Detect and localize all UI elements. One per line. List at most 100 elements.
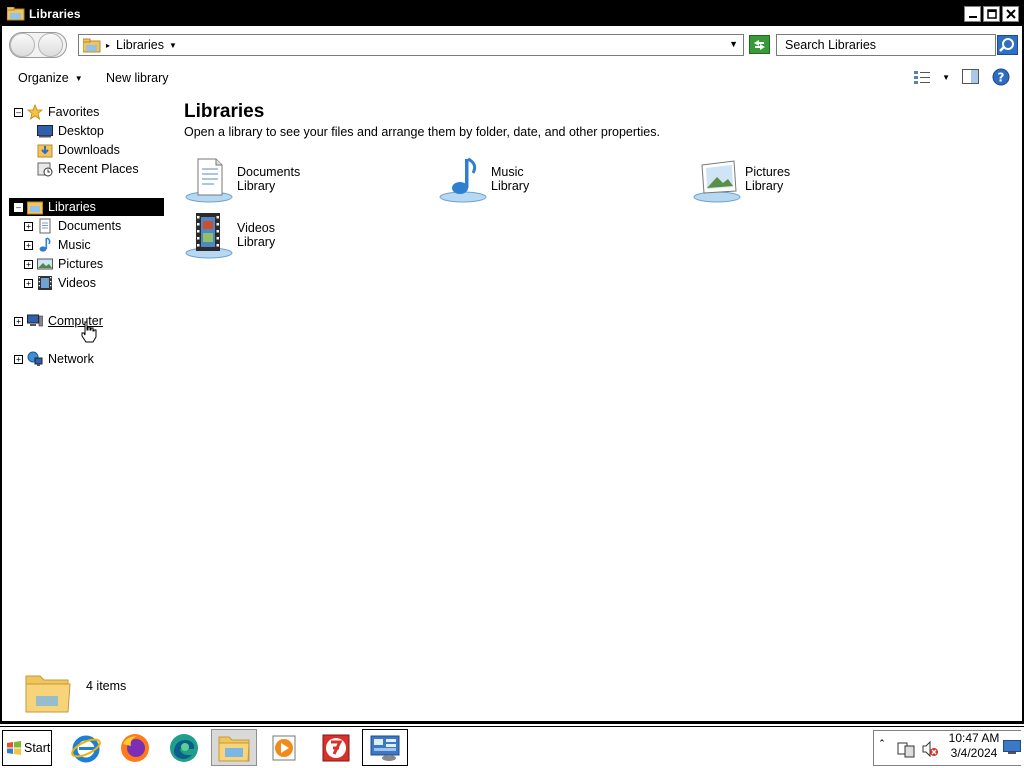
maximize-icon [986, 9, 997, 19]
taskbar-media-player[interactable] [261, 729, 307, 766]
collapse-icon[interactable]: – [14, 202, 23, 212]
content-pane: Libraries Open a library to see your fil… [174, 97, 1019, 657]
tree-item-downloads[interactable]: Downloads [37, 141, 120, 159]
library-name: Videos [237, 221, 275, 235]
taskbar-internet-explorer[interactable] [63, 729, 109, 766]
start-label: Start [24, 741, 51, 755]
expand-icon[interactable]: + [14, 316, 23, 326]
organize-label: Organize [18, 71, 69, 85]
tree-item-desktop[interactable]: Desktop [37, 122, 104, 140]
taskbar-file-explorer[interactable] [211, 729, 257, 766]
library-name: Documents [237, 165, 301, 179]
title-bar[interactable]: Libraries [2, 2, 1022, 26]
minimize-button[interactable] [964, 6, 981, 22]
library-item-pictures[interactable]: Pictures Library [692, 155, 932, 205]
system-clock[interactable]: 10:47 AM 3/4/2024 [948, 731, 1000, 761]
organize-button[interactable]: Organize ▼ [18, 71, 83, 85]
tree-item-recent-places[interactable]: Recent Places [37, 160, 139, 178]
taskbar: Start ˆ 10:47 AM 3/4/2024 [0, 726, 1024, 768]
svg-text:?: ? [998, 71, 1005, 85]
volume-muted-icon[interactable] [921, 740, 939, 758]
navigation-buttons [9, 32, 67, 58]
internet-explorer-icon [71, 735, 101, 762]
tree-item-libraries[interactable]: – Libraries [9, 198, 164, 216]
libraries-folder-icon [83, 38, 101, 52]
tree-item-music[interactable]: + Music [24, 236, 91, 254]
show-hidden-icons-chevron-icon[interactable]: ˆ [880, 739, 884, 751]
expand-icon[interactable]: + [24, 221, 33, 231]
command-bar: Organize ▼ New library ▼ ? [2, 64, 1022, 92]
expand-icon[interactable]: + [24, 278, 33, 288]
film-strip-icon [38, 276, 52, 290]
forward-button[interactable] [38, 33, 63, 57]
search-button[interactable] [997, 35, 1018, 55]
new-library-label: New library [106, 71, 169, 85]
page-description: Open a library to see your files and arr… [184, 125, 660, 139]
library-item-music[interactable]: Music Library [438, 155, 678, 205]
library-name: Music [491, 165, 524, 179]
library-name: Pictures [745, 165, 791, 179]
window-controls [964, 6, 1019, 22]
desktop-icon [37, 125, 53, 138]
tree-item-videos[interactable]: + Videos [24, 274, 96, 292]
breadcrumb-arrow-icon[interactable]: ▸ [106, 41, 110, 50]
libraries-folder-icon [7, 7, 25, 21]
start-button[interactable]: Start [2, 730, 52, 766]
library-item-videos[interactable]: Videos Library [184, 211, 424, 261]
library-item-documents[interactable]: Documents Library [184, 155, 424, 205]
chevron-down-icon: ▼ [74, 74, 83, 83]
back-button[interactable] [10, 33, 35, 57]
expand-icon[interactable]: + [14, 354, 23, 364]
help-icon[interactable]: ? [992, 68, 1010, 86]
tree-label: Desktop [58, 124, 104, 138]
taskbar-edge[interactable] [161, 729, 207, 766]
documents-library-icon [185, 158, 233, 203]
minimize-icon [968, 16, 977, 18]
tree-label: Videos [58, 276, 96, 290]
network-tray-icon[interactable] [897, 740, 915, 758]
tree-item-favorites[interactable]: – Favorites [14, 103, 99, 121]
maximize-button[interactable] [983, 6, 1000, 22]
firefox-icon [121, 733, 149, 762]
address-bar-row: ▸ Libraries ▼ ▼ Search Libraries [2, 28, 1022, 62]
change-view-button[interactable]: ▼ [914, 70, 950, 84]
breadcrumb-libraries[interactable]: Libraries [116, 38, 164, 52]
videos-library-icon [185, 213, 233, 259]
show-desktop-icon[interactable] [1003, 740, 1021, 754]
tree-item-network[interactable]: + Network [14, 350, 94, 368]
media-player-icon [272, 735, 296, 760]
recent-places-icon [37, 162, 53, 177]
address-field[interactable]: ▸ Libraries ▼ ▼ [78, 34, 744, 56]
library-type: Library [237, 179, 276, 193]
libraries-folder-large-icon [25, 675, 71, 713]
windows-logo-icon [7, 741, 21, 755]
taskbar-control-panel[interactable] [362, 729, 408, 766]
tree-item-pictures[interactable]: + Pictures [24, 255, 103, 273]
expand-icon[interactable]: + [24, 240, 33, 250]
documents-icon [39, 218, 51, 234]
search-input[interactable]: Search Libraries [776, 34, 996, 56]
tree-label: Favorites [48, 105, 100, 119]
refresh-button[interactable] [749, 35, 770, 54]
window-title: Libraries [29, 7, 81, 21]
details-pane: 4 items [2, 662, 1022, 722]
breadcrumb-dropdown-icon[interactable]: ▼ [169, 41, 177, 50]
tree-item-documents[interactable]: + Documents [24, 217, 121, 235]
close-button[interactable] [1002, 6, 1019, 22]
view-dropdown-icon: ▼ [942, 72, 950, 82]
taskbar-firefox[interactable] [112, 729, 158, 766]
star-icon [27, 104, 43, 120]
music-note-icon [39, 237, 51, 252]
edge-icon [170, 733, 198, 762]
library-type: Library [491, 179, 530, 193]
control-panel-icon [370, 735, 400, 761]
address-history-dropdown-icon[interactable]: ▼ [729, 39, 738, 49]
collapse-icon[interactable]: – [14, 107, 23, 117]
downloads-folder-icon [37, 144, 53, 158]
new-library-button[interactable]: New library [106, 71, 169, 85]
tree-label: Recent Places [58, 162, 139, 176]
explorer-window: Libraries ▸ Libraries ▼ ▼ Search Librari… [0, 0, 1024, 724]
preview-pane-icon[interactable] [962, 69, 980, 85]
expand-icon[interactable]: + [24, 259, 33, 269]
taskbar-app-red[interactable] [313, 729, 359, 766]
